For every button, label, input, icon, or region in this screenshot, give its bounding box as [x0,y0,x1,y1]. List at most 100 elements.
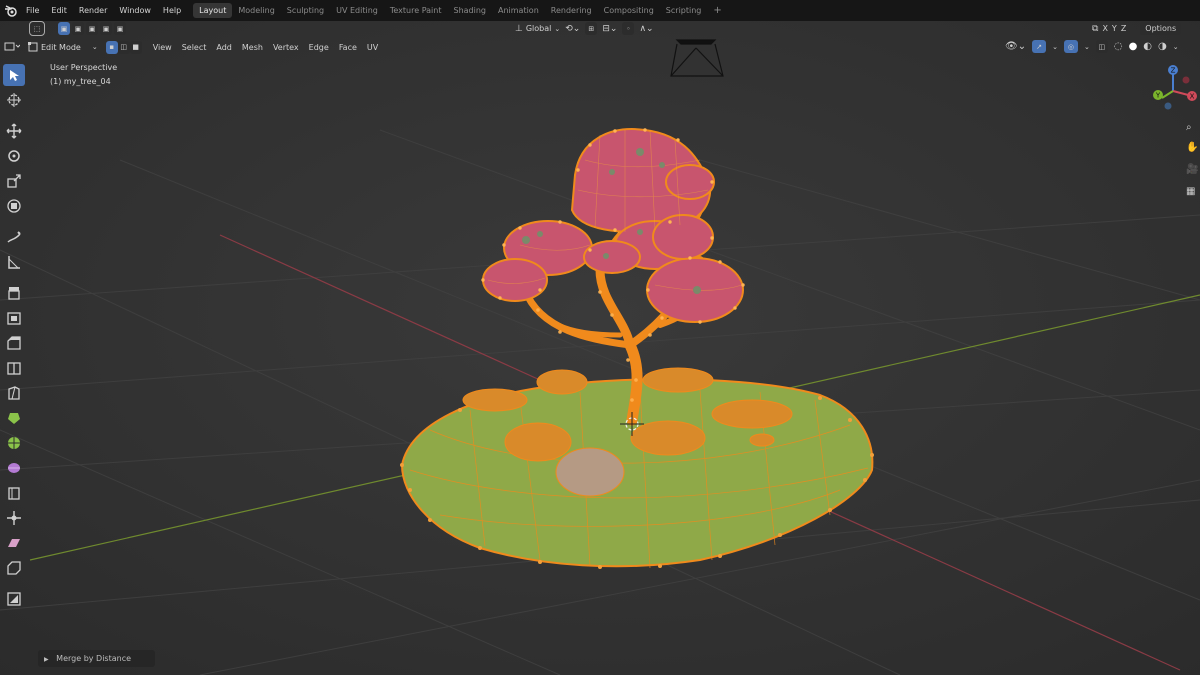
tab-compositing[interactable]: Compositing [598,3,660,18]
menu-view[interactable]: View [148,43,177,52]
pan-hand-icon[interactable]: ✋ [1186,142,1200,164]
face-select-button[interactable]: ■ [129,40,142,54]
chevron-down-icon[interactable]: ⌄ [1084,43,1090,51]
mirror-x-toggle[interactable]: X [1102,24,1107,33]
mirror-z-toggle[interactable]: Z [1121,24,1126,33]
cursor-arrow-icon [10,70,19,81]
menu-vertex[interactable]: Vertex [268,43,304,52]
tool-shrink-fatten[interactable] [3,507,25,529]
tool-edge-slide[interactable] [3,482,25,504]
snap-toggle-icon[interactable]: ⊞ [585,22,598,35]
menu-file[interactable]: File [20,6,45,15]
bevel-icon [7,336,21,350]
tool-shelf [2,64,28,613]
tool-inset[interactable] [3,307,25,329]
menu-select[interactable]: Select [177,43,212,52]
tab-layout[interactable]: Layout [193,3,233,18]
navigation-gizmo[interactable]: Z X Y [1146,64,1200,118]
viewport-canvas[interactable] [0,21,1200,675]
active-object-label: (1) my_tree_04 [50,77,111,86]
tool-annotate[interactable] [3,226,25,248]
tool-cursor[interactable] [3,89,25,111]
select-tool-button[interactable]: ⬚ [29,21,45,36]
menu-edit[interactable]: Edit [45,6,73,15]
tool-transform[interactable] [3,195,25,217]
tool-smooth[interactable] [3,457,25,479]
tool-scale[interactable] [3,170,25,192]
chevron-down-icon[interactable]: ⌄ [1052,43,1058,51]
chevron-down-icon[interactable]: ⌄ [1173,43,1179,51]
tool-knife[interactable] [3,382,25,404]
tool-rip-region[interactable] [3,557,25,579]
perspective-toggle-icon[interactable]: ▦ [1186,186,1200,206]
transform-icon [7,199,21,213]
pivot-point-icon[interactable]: ⟲⌄ [565,24,580,34]
select-intersect-button[interactable]: ▣ [114,22,126,35]
edge-select-button[interactable]: ◫ [117,40,130,54]
chevron-down-icon: ⌄ [91,43,98,51]
poly-build-icon [8,413,20,424]
tab-modeling[interactable]: Modeling [232,3,280,18]
menu-render[interactable]: Render [73,6,113,15]
gizmo-z-label: Z [1171,67,1176,75]
select-subtract-button[interactable]: ▣ [86,22,98,35]
gizmo-toggle-icon[interactable]: ↗ [1032,40,1047,53]
menu-help[interactable]: Help [157,6,187,15]
select-mode-buttons: ⬚ ▣ ▣ ▣ ▣ ▣ [29,21,126,36]
tab-texture-paint[interactable]: Texture Paint [384,3,448,18]
tool-measure[interactable] [3,251,25,273]
menu-mesh[interactable]: Mesh [237,43,268,52]
orientation-label: Global [525,24,552,33]
tool-shear[interactable] [3,532,25,554]
shading-solid-icon[interactable]: ● [1129,41,1138,52]
camera-view-icon[interactable]: 🎥 [1186,164,1200,186]
menu-edge[interactable]: Edge [304,43,334,52]
tool-spin[interactable] [3,432,25,454]
falloff-curve-icon[interactable]: ∧⌄ [639,24,653,34]
tab-shading[interactable]: Shading [447,3,492,18]
zoom-icon[interactable]: ⌕ [1186,122,1200,142]
mode-dropdown[interactable]: Edit Mode ⌄ [24,42,102,52]
tool-extrude[interactable] [3,282,25,304]
xray-toggle-icon[interactable]: ◫ [1095,40,1108,53]
proportional-edit-icon[interactable]: ◦ [622,22,635,35]
select-invert-button[interactable]: ▣ [100,22,112,35]
visibility-icon[interactable]: 👁⌄ [1005,41,1026,52]
tab-sculpting[interactable]: Sculpting [281,3,330,18]
menu-add[interactable]: Add [211,43,237,52]
tab-animation[interactable]: Animation [492,3,545,18]
tool-rotate[interactable] [3,145,25,167]
menu-uv[interactable]: UV [362,43,383,52]
tool-extra[interactable] [3,588,25,610]
tab-scripting[interactable]: Scripting [660,3,708,18]
shading-wireframe-icon[interactable]: ◌ [1114,41,1123,52]
tool-loop-cut[interactable] [3,357,25,379]
options-button[interactable]: Options [1140,22,1182,35]
shading-material-icon[interactable]: ◐ [1143,41,1152,52]
select-new-button[interactable]: ▣ [58,22,70,35]
gizmo-x-label: X [1190,93,1195,101]
shading-rendered-icon[interactable]: ◑ [1158,41,1167,52]
tool-select-box[interactable] [3,64,25,86]
last-operator-panel[interactable]: ▶ Merge by Distance [38,650,155,667]
vertex-select-button[interactable]: ▪ [105,40,118,54]
mirror-y-toggle[interactable]: Y [1112,24,1117,33]
menu-window[interactable]: Window [113,6,157,15]
select-extend-button[interactable]: ▣ [72,22,84,35]
tab-rendering[interactable]: Rendering [545,3,598,18]
3d-viewport[interactable]: User Perspective (1) my_tree_04 [0,21,1200,675]
tool-bevel[interactable] [3,332,25,354]
inset-faces-icon [7,312,21,325]
menu-face[interactable]: Face [334,43,362,52]
tool-move[interactable] [3,120,25,142]
snap-target-icon[interactable]: ⊟⌄ [602,24,617,34]
blender-logo-icon[interactable] [4,4,18,18]
editor-type-icon[interactable] [4,41,24,54]
tab-uv-editing[interactable]: UV Editing [330,3,384,18]
orientation-dropdown[interactable]: ⊥ Global ⌄ [515,24,560,34]
smooth-vertices-icon [8,463,20,473]
add-workspace-button[interactable]: + [707,3,727,18]
overlay-toggle-icon[interactable]: ◎ [1063,40,1078,53]
tool-poly-build[interactable] [3,407,25,429]
chevron-down-icon: ⌄ [554,24,561,33]
